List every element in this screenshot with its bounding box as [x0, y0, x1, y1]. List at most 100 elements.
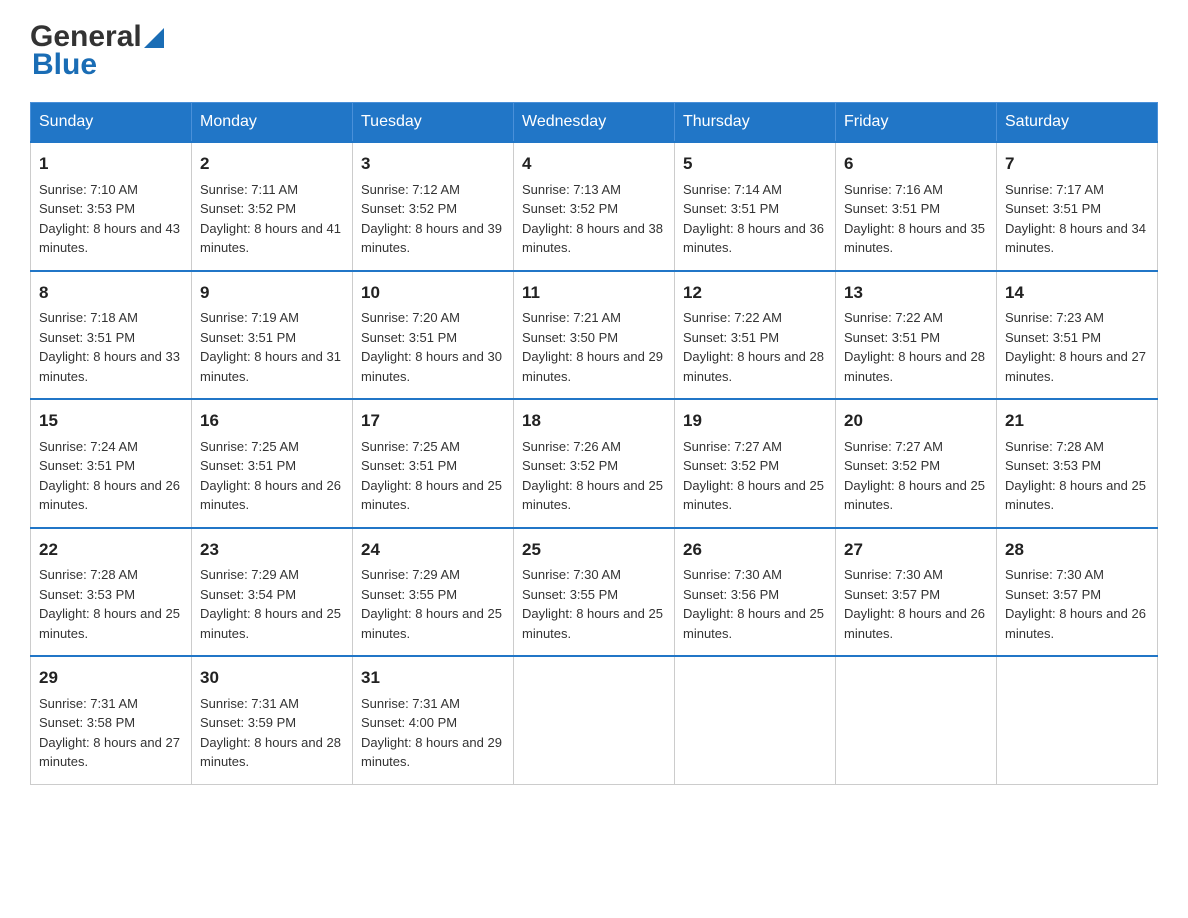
- day-number: 8: [39, 280, 183, 306]
- col-header-tuesday: Tuesday: [353, 103, 514, 143]
- day-number: 10: [361, 280, 505, 306]
- day-info: Sunrise: 7:23 AMSunset: 3:51 PMDaylight:…: [1005, 308, 1149, 386]
- day-info: Sunrise: 7:27 AMSunset: 3:52 PMDaylight:…: [683, 437, 827, 515]
- day-info: Sunrise: 7:13 AMSunset: 3:52 PMDaylight:…: [522, 180, 666, 258]
- col-header-thursday: Thursday: [675, 103, 836, 143]
- calendar-cell: 30 Sunrise: 7:31 AMSunset: 3:59 PMDayligh…: [192, 656, 353, 784]
- calendar-cell: 4 Sunrise: 7:13 AMSunset: 3:52 PMDaylight…: [514, 142, 675, 271]
- day-info: Sunrise: 7:16 AMSunset: 3:51 PMDaylight:…: [844, 180, 988, 258]
- day-number: 27: [844, 537, 988, 563]
- day-number: 3: [361, 151, 505, 177]
- calendar-cell: [997, 656, 1158, 784]
- calendar-cell: 31 Sunrise: 7:31 AMSunset: 4:00 PMDayligh…: [353, 656, 514, 784]
- calendar-cell: 2Sunrise: 7:11 AMSunset: 3:52 PMDaylight…: [192, 142, 353, 271]
- day-number: 17: [361, 408, 505, 434]
- day-number: 6: [844, 151, 988, 177]
- calendar-cell: 8Sunrise: 7:18 AMSunset: 3:51 PMDaylight…: [31, 271, 192, 400]
- calendar-week-row: 22Sunrise: 7:28 AMSunset: 3:53 PMDayligh…: [31, 528, 1158, 657]
- day-info: Sunrise: 7:27 AMSunset: 3:52 PMDaylight:…: [844, 437, 988, 515]
- calendar-cell: [514, 656, 675, 784]
- day-number: 1: [39, 151, 183, 177]
- day-number: 7: [1005, 151, 1149, 177]
- col-header-monday: Monday: [192, 103, 353, 143]
- day-number: 26: [683, 537, 827, 563]
- day-number: 31: [361, 665, 505, 691]
- day-info: Sunrise: 7:31 AMSunset: 3:58 PMDaylight:…: [39, 694, 183, 772]
- calendar-cell: 9Sunrise: 7:19 AMSunset: 3:51 PMDaylight…: [192, 271, 353, 400]
- day-info: Sunrise: 7:31 AMSunset: 3:59 PMDaylight:…: [200, 694, 344, 772]
- day-number: 25: [522, 537, 666, 563]
- day-info: Sunrise: 7:30 AMSunset: 3:57 PMDaylight:…: [844, 565, 988, 643]
- calendar-cell: 12Sunrise: 7:22 AMSunset: 3:51 PMDayligh…: [675, 271, 836, 400]
- calendar-cell: [836, 656, 997, 784]
- day-number: 29: [39, 665, 183, 691]
- day-info: Sunrise: 7:18 AMSunset: 3:51 PMDaylight:…: [39, 308, 183, 386]
- day-number: 22: [39, 537, 183, 563]
- day-info: Sunrise: 7:12 AMSunset: 3:52 PMDaylight:…: [361, 180, 505, 258]
- day-info: Sunrise: 7:21 AMSunset: 3:50 PMDaylight:…: [522, 308, 666, 386]
- day-number: 18: [522, 408, 666, 434]
- calendar-cell: 28Sunrise: 7:30 AMSunset: 3:57 PMDayligh…: [997, 528, 1158, 657]
- calendar-cell: 14Sunrise: 7:23 AMSunset: 3:51 PMDayligh…: [997, 271, 1158, 400]
- calendar-week-row: 8Sunrise: 7:18 AMSunset: 3:51 PMDaylight…: [31, 271, 1158, 400]
- calendar-header-row: SundayMondayTuesdayWednesdayThursdayFrid…: [31, 103, 1158, 143]
- calendar-cell: 21 Sunrise: 7:28 AMSunset: 3:53 PMDayligh…: [997, 399, 1158, 528]
- logo-blue-text: Blue: [32, 48, 97, 82]
- calendar-cell: 15 Sunrise: 7:24 AMSunset: 3:51 PMDayligh…: [31, 399, 192, 528]
- day-info: Sunrise: 7:25 AMSunset: 3:51 PMDaylight:…: [200, 437, 344, 515]
- day-number: 16: [200, 408, 344, 434]
- calendar-cell: 29 Sunrise: 7:31 AMSunset: 3:58 PMDayligh…: [31, 656, 192, 784]
- day-number: 23: [200, 537, 344, 563]
- calendar-cell: 6 Sunrise: 7:16 AMSunset: 3:51 PMDaylight…: [836, 142, 997, 271]
- day-number: 24: [361, 537, 505, 563]
- day-info: Sunrise: 7:31 AMSunset: 4:00 PMDaylight:…: [361, 694, 505, 772]
- col-header-wednesday: Wednesday: [514, 103, 675, 143]
- day-number: 21: [1005, 408, 1149, 434]
- page-header: G eneral Blue: [30, 20, 1158, 82]
- logo: G eneral Blue: [30, 20, 164, 82]
- day-number: 4: [522, 151, 666, 177]
- calendar-cell: 22Sunrise: 7:28 AMSunset: 3:53 PMDayligh…: [31, 528, 192, 657]
- calendar-cell: 11Sunrise: 7:21 AMSunset: 3:50 PMDayligh…: [514, 271, 675, 400]
- day-number: 9: [200, 280, 344, 306]
- day-number: 14: [1005, 280, 1149, 306]
- calendar-cell: 7Sunrise: 7:17 AMSunset: 3:51 PMDaylight…: [997, 142, 1158, 271]
- col-header-sunday: Sunday: [31, 103, 192, 143]
- calendar-cell: 18Sunrise: 7:26 AMSunset: 3:52 PMDayligh…: [514, 399, 675, 528]
- day-number: 5: [683, 151, 827, 177]
- calendar-cell: 17Sunrise: 7:25 AMSunset: 3:51 PMDayligh…: [353, 399, 514, 528]
- calendar-cell: 24Sunrise: 7:29 AMSunset: 3:55 PMDayligh…: [353, 528, 514, 657]
- calendar-cell: 26Sunrise: 7:30 AMSunset: 3:56 PMDayligh…: [675, 528, 836, 657]
- calendar-cell: 20 Sunrise: 7:27 AMSunset: 3:52 PMDayligh…: [836, 399, 997, 528]
- day-number: 2: [200, 151, 344, 177]
- day-info: Sunrise: 7:28 AMSunset: 3:53 PMDaylight:…: [1005, 437, 1149, 515]
- day-info: Sunrise: 7:19 AMSunset: 3:51 PMDaylight:…: [200, 308, 344, 386]
- day-number: 19: [683, 408, 827, 434]
- day-number: 12: [683, 280, 827, 306]
- calendar-cell: 3 Sunrise: 7:12 AMSunset: 3:52 PMDaylight…: [353, 142, 514, 271]
- day-info: Sunrise: 7:22 AMSunset: 3:51 PMDaylight:…: [844, 308, 988, 386]
- day-info: Sunrise: 7:30 AMSunset: 3:57 PMDaylight:…: [1005, 565, 1149, 643]
- calendar-cell: 5 Sunrise: 7:14 AMSunset: 3:51 PMDaylight…: [675, 142, 836, 271]
- calendar-week-row: 29 Sunrise: 7:31 AMSunset: 3:58 PMDayligh…: [31, 656, 1158, 784]
- day-info: Sunrise: 7:10 AMSunset: 3:53 PMDaylight:…: [39, 180, 183, 258]
- day-info: Sunrise: 7:22 AMSunset: 3:51 PMDaylight:…: [683, 308, 827, 386]
- calendar-cell: 19 Sunrise: 7:27 AMSunset: 3:52 PMDayligh…: [675, 399, 836, 528]
- day-info: Sunrise: 7:30 AMSunset: 3:56 PMDaylight:…: [683, 565, 827, 643]
- calendar-cell: 16 Sunrise: 7:25 AMSunset: 3:51 PMDayligh…: [192, 399, 353, 528]
- day-number: 13: [844, 280, 988, 306]
- day-info: Sunrise: 7:28 AMSunset: 3:53 PMDaylight:…: [39, 565, 183, 643]
- day-info: Sunrise: 7:29 AMSunset: 3:55 PMDaylight:…: [361, 565, 505, 643]
- calendar-cell: 13Sunrise: 7:22 AMSunset: 3:51 PMDayligh…: [836, 271, 997, 400]
- calendar-cell: 1 Sunrise: 7:10 AMSunset: 3:53 PMDaylight…: [31, 142, 192, 271]
- day-number: 11: [522, 280, 666, 306]
- col-header-friday: Friday: [836, 103, 997, 143]
- calendar-week-row: 1 Sunrise: 7:10 AMSunset: 3:53 PMDaylight…: [31, 142, 1158, 271]
- calendar-cell: 27Sunrise: 7:30 AMSunset: 3:57 PMDayligh…: [836, 528, 997, 657]
- logo-triangle-icon: [144, 28, 164, 48]
- day-info: Sunrise: 7:14 AMSunset: 3:51 PMDaylight:…: [683, 180, 827, 258]
- day-number: 15: [39, 408, 183, 434]
- day-info: Sunrise: 7:24 AMSunset: 3:51 PMDaylight:…: [39, 437, 183, 515]
- day-number: 30: [200, 665, 344, 691]
- day-number: 20: [844, 408, 988, 434]
